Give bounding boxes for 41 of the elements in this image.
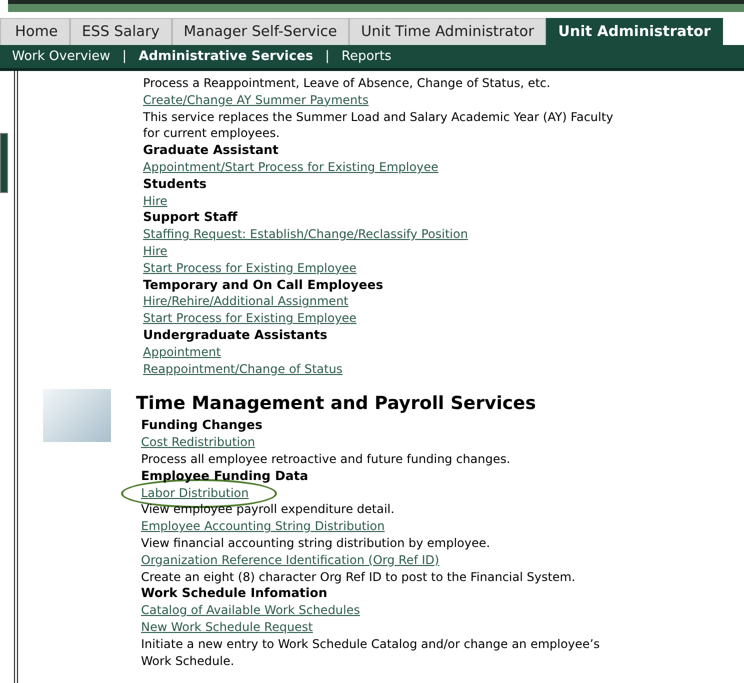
nav-tab[interactable]: ESS Salary [70,18,172,45]
service-link[interactable]: Hire/Rehire/Additional Assignment [143,293,348,310]
group-heading: Funding Changes [141,417,264,434]
group-heading: Undergraduate Assistants [143,326,328,344]
service-link[interactable]: Labor Distribution [141,484,249,502]
group-heading: Graduate Assistant [143,142,280,159]
service-link[interactable]: Catalog of Available Work Schedules [141,602,360,619]
service-link[interactable]: Start Process for Existing Employee [143,310,357,327]
description-text: View financial accounting string distribution by employee. [141,534,492,552]
group-heading: Employee Funding Data [141,468,310,485]
subnav-link[interactable]: Work Overview [12,46,110,66]
subnav-link[interactable]: Reports [342,46,392,66]
service-link[interactable]: Organization Reference Identification (Org Ref ID) [141,552,440,569]
service-link[interactable]: Reappointment/Change of Status [143,360,343,378]
description-text: Process a Reappointment, Leave of Absence, Change of Status, etc. [143,75,552,92]
description-text: Create an eight (8) character Org Ref ID to post to the Financial System. [141,568,576,586]
group-heading: Support Staff [143,209,238,226]
separator: | [122,48,127,66]
description-text: Process all employee retroactive and future funding changes. [141,450,512,468]
subnav-link[interactable]: Administrative Services [138,46,314,66]
service-link[interactable]: Cost Redistribution [141,434,256,451]
group-heading: Temporary and On Call Employees [143,276,384,294]
service-link[interactable]: Appointment [143,344,221,361]
service-link[interactable]: Employee Accounting String Distribution [141,518,385,535]
separator: | [325,48,330,66]
group-heading: Students [143,176,208,193]
nav-tab[interactable]: Home [0,18,70,45]
service-link[interactable]: New Work Schedule Request [141,618,313,636]
service-link[interactable]: Create/Change AY Summer Payments [143,92,369,109]
service-link[interactable]: Hire [143,192,168,210]
service-link[interactable]: Start Process for Existing Employee [143,260,357,277]
group-heading: Work Schedule Infomation [141,585,328,602]
service-link[interactable]: Hire [143,242,168,260]
section-title: Time Management and Payroll Services [136,393,537,416]
service-link[interactable]: Staffing Request: Establish/Change/Reclassify Position [143,226,468,243]
description-text: Initiate a new entry to Work Schedule Catalog and/or change an employee’s Work Schedule. [141,636,601,670]
nav-tab[interactable]: Unit Administrator [546,18,723,45]
nav-tab[interactable]: Manager Self-Service [172,18,350,45]
description-text: This service replaces the Summer Load and Salary Academic Year (AY) Faculty for current employees. [143,108,614,142]
service-link[interactable]: Appointment/Start Process for Existing Employee [143,158,438,176]
nav-tab[interactable]: Unit Time Administrator [349,18,546,45]
